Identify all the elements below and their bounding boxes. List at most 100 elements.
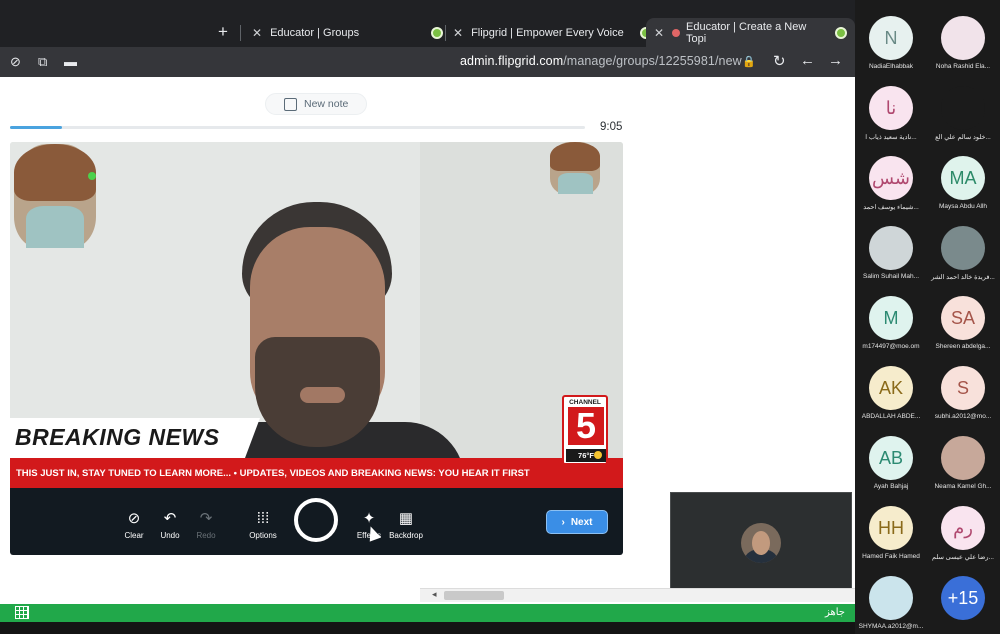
close-icon[interactable]: ✕: [654, 26, 664, 40]
participant-tile[interactable]: Neama Kamel Gh...: [927, 422, 999, 492]
forward-icon[interactable]: →: [828, 52, 843, 69]
participant-tile[interactable]: AB Ayah Bahjaj: [855, 422, 927, 492]
tab-title: Educator | Create a New Topi: [686, 20, 807, 45]
reload-icon[interactable]: ↻: [773, 52, 786, 70]
note-icon: [284, 97, 297, 111]
tab-flipgrid[interactable]: ✕ Flipgrid | Empower Every Voice: [453, 18, 652, 47]
participant-tile[interactable]: خلود سالم علي الع...: [927, 72, 999, 142]
new-note-button[interactable]: New note: [265, 93, 367, 115]
participant-avatar: AB: [869, 436, 913, 480]
participant-name: Ayah Bahjaj: [873, 483, 909, 490]
ticker-text: THIS JUST IN, STAY TUNED TO LEARN MORE..…: [16, 467, 530, 479]
participant-tile[interactable]: SA Shereen abdelga...: [927, 282, 999, 352]
tab-separator: [445, 25, 446, 41]
participant-tile[interactable]: SHYMAA.a2012@m...: [855, 562, 927, 632]
participant-tile[interactable]: نا نادية سعيد ذياب ا...: [855, 72, 927, 142]
participant-name: Maysa Abdu Allh: [938, 203, 988, 210]
participant-tile[interactable]: AK ABDALLAH ABDE...: [855, 352, 927, 422]
screen-share-icon[interactable]: ⧉: [38, 54, 47, 70]
recorder-controls: ⊘ Clear ↶ Undo ↷ Redo ⁞⁞⁞ Options ✦ Effe…: [10, 488, 623, 555]
channel-logo: CHANNEL 5 76°F: [562, 395, 608, 465]
self-view-video: [670, 492, 852, 590]
options-button[interactable]: ⁞⁞⁞ Options: [243, 510, 283, 540]
participant-name: Shereen abdelga...: [935, 343, 991, 350]
recording-timer: 9:05: [600, 121, 623, 133]
recording-progress: [10, 126, 585, 129]
backdrop-button[interactable]: ▦ Backdrop: [386, 510, 426, 540]
presenter-mouth: [300, 387, 345, 403]
participant-name: NadiaElhabbak: [868, 63, 914, 70]
participant-tile[interactable]: N NadiaElhabbak: [855, 2, 927, 72]
participant-name: Salim Suhail Mah...: [863, 273, 919, 280]
tab-title: Educator | Groups: [270, 26, 360, 39]
channel-number: 5: [568, 407, 604, 445]
new-tab-button[interactable]: +: [218, 22, 228, 42]
redo-button[interactable]: ↷ Redo: [186, 510, 226, 540]
camera-icon[interactable]: ▬: [64, 54, 77, 69]
backdrop-icon: ▦: [398, 510, 414, 527]
participant-tile[interactable]: رم رضا علي عيسى سلم...: [927, 492, 999, 562]
tab-create-topic[interactable]: ✕ Educator | Create a New Topi: [646, 18, 855, 47]
tab-educator-groups[interactable]: ✕ Educator | Groups: [252, 18, 444, 47]
participant-tile[interactable]: +15: [927, 562, 999, 632]
participant-avatar: شس: [869, 156, 913, 200]
news-ticker: THIS JUST IN, STAY TUNED TO LEARN MORE..…: [10, 458, 623, 488]
back-icon[interactable]: ←: [800, 52, 815, 69]
browser-window: + ✕ Educator | Groups ✕ Flipgrid | Empow…: [0, 0, 855, 634]
effect-sparkle: [88, 172, 96, 180]
sticker-dress: [26, 206, 84, 248]
close-icon[interactable]: ✕: [453, 26, 463, 40]
undo-button[interactable]: ↶ Undo: [150, 510, 190, 540]
chevron-right-icon: ›: [561, 516, 565, 528]
next-button[interactable]: › Next: [546, 510, 608, 534]
participant-name: m174497@moe.om: [862, 343, 920, 350]
dots-grid-icon: ⁞⁞⁞: [256, 510, 270, 527]
participant-tile[interactable]: Salim Suhail Mah...: [855, 212, 927, 282]
url-field[interactable]: admin.flipgrid.com/manage/groups/1225598…: [460, 54, 742, 68]
participant-avatar: MA: [941, 156, 985, 200]
participant-name: شيماء يوسف احمد...: [863, 204, 919, 211]
scroll-thumb[interactable]: [444, 591, 504, 600]
participant-tile[interactable]: MA Maysa Abdu Allh: [927, 142, 999, 212]
sticker-hair: [14, 144, 96, 202]
participant-tile[interactable]: Ssubhi.a2012@mo...: [927, 352, 999, 422]
participant-name: SHYMAA.a2012@m...: [858, 623, 924, 630]
extension-icon: [431, 26, 444, 39]
participant-avatar: M: [869, 296, 913, 340]
clear-icon: ⊘: [127, 510, 141, 527]
camera-preview: BREAKING NEWS THIS JUST IN, STAY TUNED T…: [10, 142, 623, 488]
participant-name: Neama Kamel Gh...: [934, 483, 992, 490]
scroll-left-icon[interactable]: ◂: [432, 589, 437, 600]
participant-name: خلود سالم علي الع...: [935, 134, 991, 141]
magic-wand-icon: ✦: [362, 510, 376, 527]
clear-button[interactable]: ⊘ Clear: [114, 510, 154, 540]
participant-name: رضا علي عيسى سلم...: [932, 554, 994, 561]
breaking-news-headline: BREAKING NEWS: [15, 424, 220, 450]
participant-tile[interactable]: شس شيماء يوسف احمد...: [855, 142, 927, 212]
redo-icon: ↷: [199, 510, 213, 527]
participant-name: Hamed Faik Hamed: [862, 553, 920, 560]
participant-tile[interactable]: فريدة خالد احمد الشر...: [927, 212, 999, 282]
status-bar: جاهز: [0, 604, 855, 622]
participant-avatar: SA: [941, 296, 985, 340]
screen: + ✕ Educator | Groups ✕ Flipgrid | Empow…: [0, 0, 1000, 634]
participant-tile[interactable]: Noha Rashid Ela...: [927, 2, 999, 72]
close-icon[interactable]: ✕: [252, 26, 262, 40]
address-bar: ⊘ ⧉ ▬ admin.flipgrid.com/manage/groups/1…: [0, 47, 855, 77]
progress-fill: [10, 126, 62, 129]
eye-slash-icon[interactable]: ⊘: [10, 54, 21, 70]
participant-avatar: S: [941, 366, 985, 410]
self-avatar: [741, 523, 781, 563]
lock-icon: 🔒: [742, 56, 756, 68]
participants-panel: N NadiaElhabbak Noha Rashid Ela... نا نادية …: [855, 0, 1000, 634]
participant-tile[interactable]: Mm174497@moe.om: [855, 282, 927, 352]
record-button[interactable]: [294, 498, 338, 542]
tab-bar: + ✕ Educator | Groups ✕ Flipgrid | Empow…: [0, 0, 855, 47]
participant-avatar: N: [869, 16, 913, 60]
participant-name: subhi.a2012@mo...: [934, 413, 992, 420]
horizontal-scrollbar[interactable]: ◂: [420, 588, 855, 602]
recording-icon: [672, 28, 681, 37]
participant-tile[interactable]: HH Hamed Faik Hamed: [855, 492, 927, 562]
taskbar-strip: [0, 622, 855, 634]
participant-avatar: [941, 436, 985, 480]
